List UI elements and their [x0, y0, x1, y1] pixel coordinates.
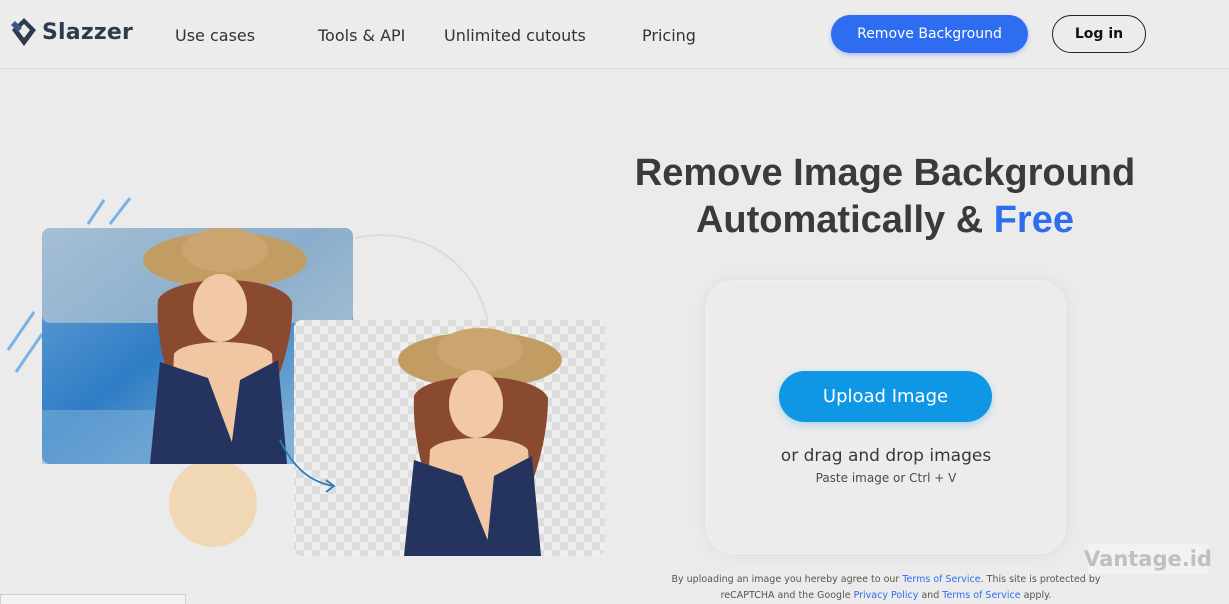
hero-illustration: [6, 197, 605, 556]
legal-text-1: By uploading an image you hereby agree t…: [671, 574, 903, 585]
brand-logo[interactable]: Slazzer: [10, 16, 133, 48]
photo-cutout: [294, 320, 605, 556]
legal-text-3: and: [918, 590, 943, 601]
watermark: Vantage.id: [1084, 544, 1212, 574]
brand-name: Slazzer: [42, 19, 134, 45]
paste-text: Paste image or Ctrl + V: [815, 471, 957, 485]
nav-pricing[interactable]: Pricing: [642, 26, 696, 45]
remove-background-button[interactable]: Remove Background: [831, 15, 1028, 53]
hero-title-accent: Free: [993, 199, 1074, 241]
nav-use-cases[interactable]: Use cases: [175, 26, 255, 45]
decor-arc: [354, 234, 489, 323]
hero-title-prefix: Automatically &: [695, 199, 994, 241]
status-bar: [0, 594, 186, 604]
legal-text: By uploading an image you hereby agree t…: [651, 572, 1121, 604]
upload-image-button[interactable]: Upload Image: [779, 371, 992, 422]
drag-drop-text: or drag and drop images: [780, 446, 992, 466]
legal-text-4: apply.: [1020, 590, 1052, 601]
nav-unlimited-cutouts[interactable]: Unlimited cutouts: [444, 26, 586, 45]
slazzer-logo-icon: [11, 18, 36, 46]
site-header: Slazzer Use cases Tools & API Unlimited …: [0, 0, 1229, 69]
privacy-policy-link[interactable]: Privacy Policy: [854, 590, 919, 601]
nav-tools-api[interactable]: Tools & API: [318, 26, 405, 45]
terms-of-service-link[interactable]: Terms of Service: [902, 574, 980, 585]
hero-title: Remove Image Background Automatically & …: [605, 150, 1165, 244]
terms-of-service-link-2[interactable]: Terms of Service: [942, 590, 1020, 601]
hero-title-line-2: Automatically & Free: [605, 197, 1165, 244]
hero-title-line-1: Remove Image Background: [634, 152, 1136, 194]
decor-circle: [169, 459, 257, 547]
login-button[interactable]: Log in: [1052, 15, 1146, 53]
